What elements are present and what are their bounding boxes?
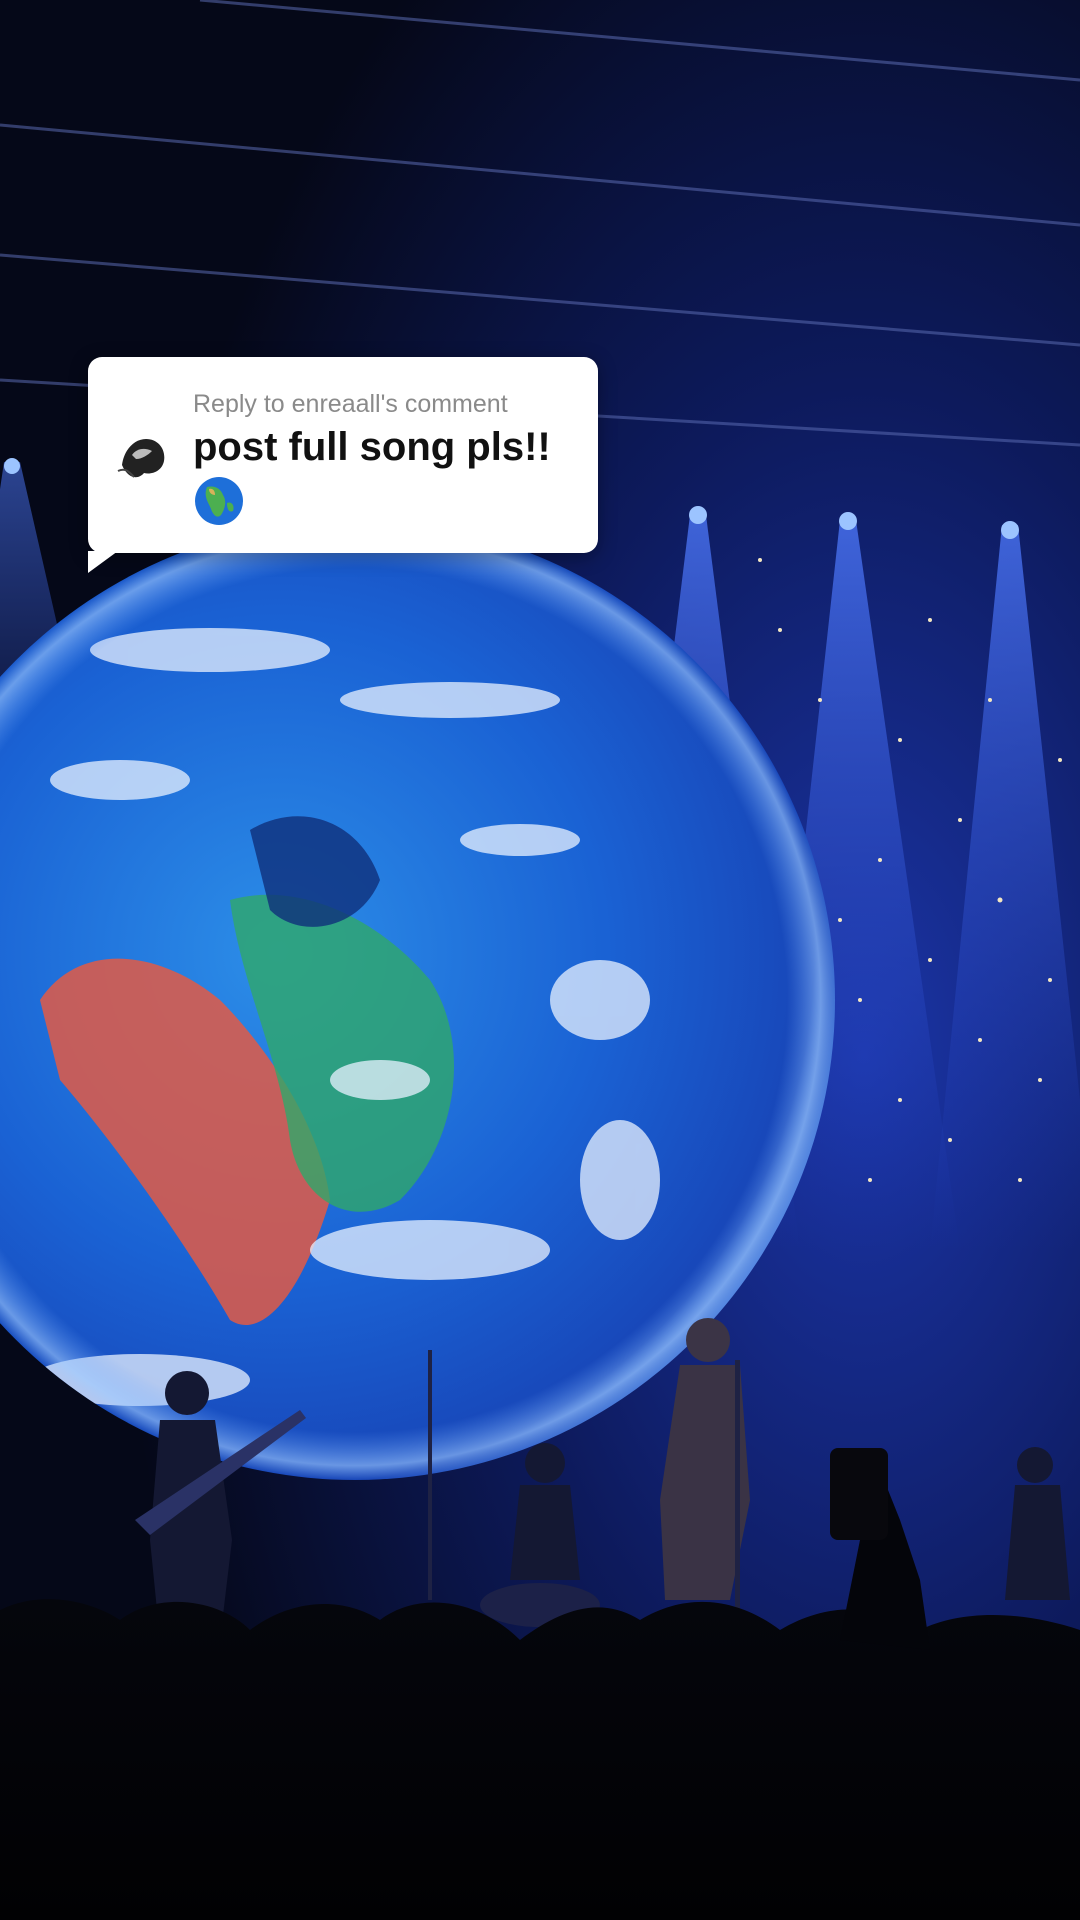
- comment-text: post full song pls!!: [193, 425, 551, 469]
- commenter-avatar: [112, 425, 174, 487]
- reply-comment-sticker[interactable]: Reply to enreaall's comment post full so…: [88, 357, 598, 573]
- raised-phone: [830, 1448, 888, 1540]
- concert-scene-photo: [0, 0, 1080, 1920]
- reply-label: Reply to enreaall's comment: [193, 390, 508, 418]
- globe-showing-africa-emoji: [195, 477, 243, 525]
- sticker-tail: [88, 551, 118, 573]
